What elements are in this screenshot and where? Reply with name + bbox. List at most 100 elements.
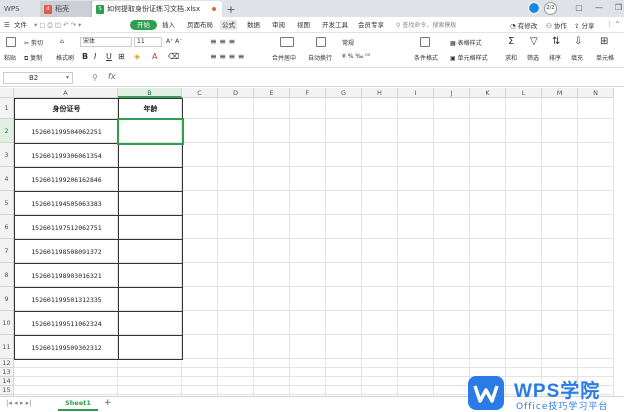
row-header[interactable]: 2 (0, 119, 14, 143)
grid-cell[interactable] (542, 335, 578, 359)
cell-style-button[interactable]: ▣ 单元格样式 (450, 53, 488, 62)
grid-cell[interactable] (578, 311, 614, 335)
row-header[interactable]: 8 (0, 263, 14, 287)
grid-cell[interactable] (470, 191, 506, 215)
grid-cell[interactable] (254, 239, 290, 263)
font-grow-icon[interactable]: A⁺ A⁻ (166, 38, 182, 45)
grid-cell[interactable] (182, 335, 218, 359)
row-header[interactable]: 15 (0, 386, 14, 395)
grid-cell[interactable] (470, 359, 506, 368)
number-format-select[interactable]: 常规 (342, 38, 354, 47)
grid-cell[interactable] (434, 287, 470, 311)
grid-cell[interactable] (362, 119, 398, 143)
fill-icon[interactable]: ⇩ (574, 36, 582, 47)
tab-wps-home[interactable]: WPS (0, 1, 40, 17)
grid-cell[interactable] (326, 119, 362, 143)
grid-cell[interactable] (14, 368, 118, 377)
hamburger-icon[interactable]: ☰ (4, 20, 10, 30)
fill-color-icon[interactable]: ◈ (134, 52, 140, 61)
merge-center-button[interactable]: 合并居中 (272, 53, 296, 62)
tab-document[interactable]: S 如何提取身份证练习文档.xlsx (92, 1, 222, 17)
layout-icon[interactable]: ▢ (575, 3, 583, 12)
grid-cell[interactable] (470, 311, 506, 335)
grid-cell[interactable] (434, 263, 470, 287)
grid-cell[interactable] (290, 98, 326, 119)
sheet-nav-icons[interactable]: |◂ ◂ ▸ ▸| (6, 399, 31, 407)
tab-daoke[interactable]: d 稻壳 (40, 1, 92, 17)
grid-cell[interactable] (182, 119, 218, 143)
fill-button[interactable]: 填充 (571, 53, 583, 62)
sum-icon[interactable]: Σ (508, 36, 514, 47)
bold-icon[interactable]: B (82, 52, 88, 61)
row-header[interactable]: 4 (0, 167, 14, 191)
grid-cell[interactable] (254, 386, 290, 395)
menu-file[interactable]: 文件 (14, 20, 27, 30)
column-header-A[interactable]: A (14, 88, 118, 98)
grid-cell[interactable] (470, 287, 506, 311)
new-tab-button[interactable]: + (224, 1, 238, 17)
grid-cell[interactable] (326, 143, 362, 167)
grid-cell[interactable] (290, 311, 326, 335)
age-cell[interactable] (118, 263, 183, 288)
grid-cell[interactable] (434, 119, 470, 143)
fx-label[interactable]: fx (108, 72, 116, 81)
grid-cell[interactable] (14, 386, 118, 395)
grid-cell[interactable] (578, 119, 614, 143)
grid-cell[interactable] (578, 263, 614, 287)
grid-cell[interactable] (326, 359, 362, 368)
row-header[interactable]: 7 (0, 239, 14, 263)
grid-cell[interactable] (182, 239, 218, 263)
column-header-M[interactable]: M (542, 88, 578, 98)
conditional-format-icon[interactable] (420, 37, 430, 47)
grid-cell[interactable] (542, 239, 578, 263)
grid-cell[interactable] (182, 215, 218, 239)
format-painter-button[interactable]: 格式刷 (56, 53, 74, 62)
grid-cell[interactable] (542, 215, 578, 239)
grid-cell[interactable] (506, 119, 542, 143)
grid-cell[interactable] (470, 167, 506, 191)
grid-cell[interactable] (542, 98, 578, 119)
column-header-E[interactable]: E (254, 88, 290, 98)
id-number-cell[interactable]: 152601197512062751 (14, 215, 119, 240)
id-number-cell[interactable]: 152601199511062324 (14, 311, 119, 336)
tab-view[interactable]: 视图 (297, 20, 310, 30)
grid-cell[interactable] (290, 215, 326, 239)
grid-cell[interactable] (578, 191, 614, 215)
grid-cell[interactable] (290, 239, 326, 263)
column-header-B[interactable]: B (118, 88, 182, 98)
grid-cell[interactable] (362, 287, 398, 311)
grid-cell[interactable] (218, 98, 254, 119)
grid-cell[interactable] (182, 263, 218, 287)
sort-button[interactable]: 排序 (549, 53, 561, 62)
grid-cell[interactable] (398, 335, 434, 359)
user-avatar[interactable] (528, 2, 540, 14)
grid-cell[interactable] (326, 287, 362, 311)
grid-cell[interactable] (506, 335, 542, 359)
age-cell[interactable] (118, 167, 183, 192)
grid-cell[interactable] (118, 377, 182, 386)
paste-icon[interactable] (6, 37, 16, 47)
filter-icon[interactable]: ▽ (530, 36, 538, 47)
copy-button[interactable]: ⧉ 复制 (24, 53, 42, 63)
grid-cell[interactable] (182, 359, 218, 368)
grid-cell[interactable] (506, 191, 542, 215)
grid-cell[interactable] (434, 335, 470, 359)
grid-cell[interactable] (398, 191, 434, 215)
id-number-cell[interactable]: 152601199509302312 (14, 335, 119, 360)
grid-cell[interactable] (290, 368, 326, 377)
grid-cell[interactable] (434, 143, 470, 167)
grid-cell[interactable] (118, 359, 182, 368)
grid-cell[interactable] (290, 143, 326, 167)
sheet-tab-sheet1[interactable]: Sheet1 (58, 397, 98, 411)
grid-cell[interactable] (506, 167, 542, 191)
grid-cell[interactable] (290, 335, 326, 359)
grid-cell[interactable] (398, 98, 434, 119)
share-button[interactable]: ⇪ 分享 (574, 20, 595, 30)
grid-cell[interactable] (578, 239, 614, 263)
grid-cell[interactable] (290, 263, 326, 287)
grid-cell[interactable] (398, 386, 434, 395)
age-cell[interactable] (118, 311, 183, 336)
grid-cell[interactable] (254, 311, 290, 335)
spreadsheet-grid[interactable]: ABCDEFGHIJKLMN12345678910111213141516171… (0, 88, 624, 396)
grid-cell[interactable] (434, 311, 470, 335)
